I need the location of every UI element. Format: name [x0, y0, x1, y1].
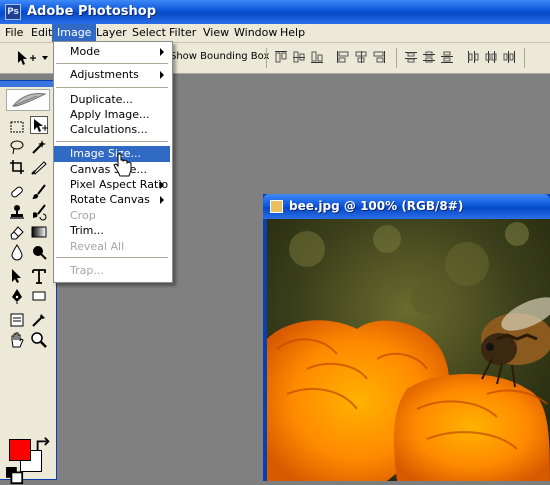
menu-item-mode[interactable]: Mode: [54, 44, 170, 60]
healing-brush-tool-icon[interactable]: [8, 183, 26, 201]
menu-separator: [56, 63, 168, 64]
app-titlebar[interactable]: Ps Adobe Photoshop: [0, 0, 550, 24]
dodge-tool-icon[interactable]: [30, 243, 48, 261]
submenu-arrow-icon: [160, 196, 164, 204]
menu-item-calculations[interactable]: Calculations...: [54, 122, 170, 138]
magic-wand-tool-icon[interactable]: [30, 138, 48, 156]
gradient-tool-icon[interactable]: [30, 223, 48, 241]
show-bounding-box-label[interactable]: Show Bounding Box: [170, 51, 269, 62]
blur-tool-icon[interactable]: [8, 243, 26, 261]
pen-tool-icon[interactable]: [8, 287, 26, 305]
menu-item-apply-image[interactable]: Apply Image...: [54, 107, 170, 123]
menu-item-pixel-aspect-ratio[interactable]: Pixel Aspect Ratio: [54, 177, 170, 193]
menu-item-reveal-all[interactable]: Reveal All: [54, 239, 170, 255]
distribute-bottom-edges-icon[interactable]: [440, 50, 454, 64]
submenu-arrow-icon: [160, 181, 164, 189]
image-canvas[interactable]: [267, 219, 550, 481]
menu-item-trap[interactable]: Trap...: [54, 263, 170, 279]
align-left-edges-icon[interactable]: [336, 50, 350, 64]
document-window[interactable]: bee.jpg @ 100% (RGB/8#): [263, 194, 550, 481]
menu-layer[interactable]: Layer: [91, 24, 132, 42]
submenu-arrow-icon: [160, 71, 164, 79]
menu-item-adjustments[interactable]: Adjustments: [54, 67, 170, 83]
submenu-arrow-icon: [160, 48, 164, 56]
align-top-edges-icon[interactable]: [274, 50, 288, 64]
menu-help[interactable]: Help: [275, 24, 310, 42]
align-bottom-edges-icon[interactable]: [310, 50, 324, 64]
distribute-horizontal-centers-icon[interactable]: [484, 50, 498, 64]
crop-tool-icon[interactable]: [8, 158, 26, 176]
zoom-tool-icon[interactable]: [30, 331, 48, 349]
foreground-color-swatch[interactable]: [9, 439, 31, 461]
app-title: Adobe Photoshop: [27, 4, 157, 19]
document-icon: [270, 200, 283, 213]
hand-tool-icon[interactable]: [8, 331, 26, 349]
distribute-right-edges-icon[interactable]: [502, 50, 516, 64]
history-brush-tool-icon[interactable]: [30, 203, 48, 221]
distribute-top-edges-icon[interactable]: [404, 50, 418, 64]
toolbox-panel: [0, 80, 57, 485]
menu-item-crop[interactable]: Crop: [54, 208, 170, 224]
adobe-online-feather-icon[interactable]: [6, 89, 50, 111]
notes-tool-icon[interactable]: [8, 311, 26, 329]
document-title: bee.jpg @ 100% (RGB/8#): [289, 199, 464, 213]
eraser-tool-icon[interactable]: [8, 223, 26, 241]
options-separator: [524, 48, 525, 68]
menu-item-duplicate[interactable]: Duplicate...: [54, 92, 170, 108]
toolbox-header[interactable]: [0, 81, 56, 87]
distribute-vertical-centers-icon[interactable]: [422, 50, 436, 64]
distribute-left-edges-icon[interactable]: [466, 50, 480, 64]
menu-separator: [56, 257, 168, 258]
menu-filter[interactable]: Filter: [164, 24, 201, 42]
align-vertical-centers-icon[interactable]: [292, 50, 306, 64]
menu-item-rotate-canvas[interactable]: Rotate Canvas: [54, 192, 170, 208]
menu-separator: [56, 87, 168, 88]
lasso-tool-icon[interactable]: [8, 138, 26, 156]
move-tool-icon[interactable]: [30, 116, 48, 134]
photoshop-app-icon: Ps: [5, 4, 21, 20]
align-horizontal-centers-icon[interactable]: [354, 50, 368, 64]
menu-separator: [56, 141, 168, 142]
tool-preset-picker[interactable]: [10, 48, 50, 68]
align-right-edges-icon[interactable]: [372, 50, 386, 64]
marquee-tool-icon[interactable]: [8, 118, 26, 136]
path-selection-tool-icon[interactable]: [8, 267, 26, 285]
eyedropper-tool-icon[interactable]: [30, 311, 48, 329]
clone-stamp-tool-icon[interactable]: [8, 203, 26, 221]
default-colors-icon[interactable]: [6, 467, 24, 485]
move-tool-icon: [18, 51, 48, 65]
menu-image[interactable]: Image: [52, 24, 97, 42]
rectangle-tool-icon[interactable]: [30, 287, 48, 305]
swap-colors-icon[interactable]: [34, 436, 50, 451]
type-tool-icon[interactable]: [30, 267, 48, 285]
document-titlebar[interactable]: bee.jpg @ 100% (RGB/8#): [263, 194, 550, 219]
slice-tool-icon[interactable]: [30, 158, 48, 176]
brush-tool-icon[interactable]: [30, 183, 48, 201]
options-separator: [396, 48, 397, 68]
bee-photo-image: [267, 219, 550, 481]
hand-pointer-cursor-icon: [112, 152, 134, 178]
menu-item-trim[interactable]: Trim...: [54, 223, 170, 239]
options-separator: [266, 48, 267, 68]
menu-file[interactable]: File: [0, 24, 28, 42]
